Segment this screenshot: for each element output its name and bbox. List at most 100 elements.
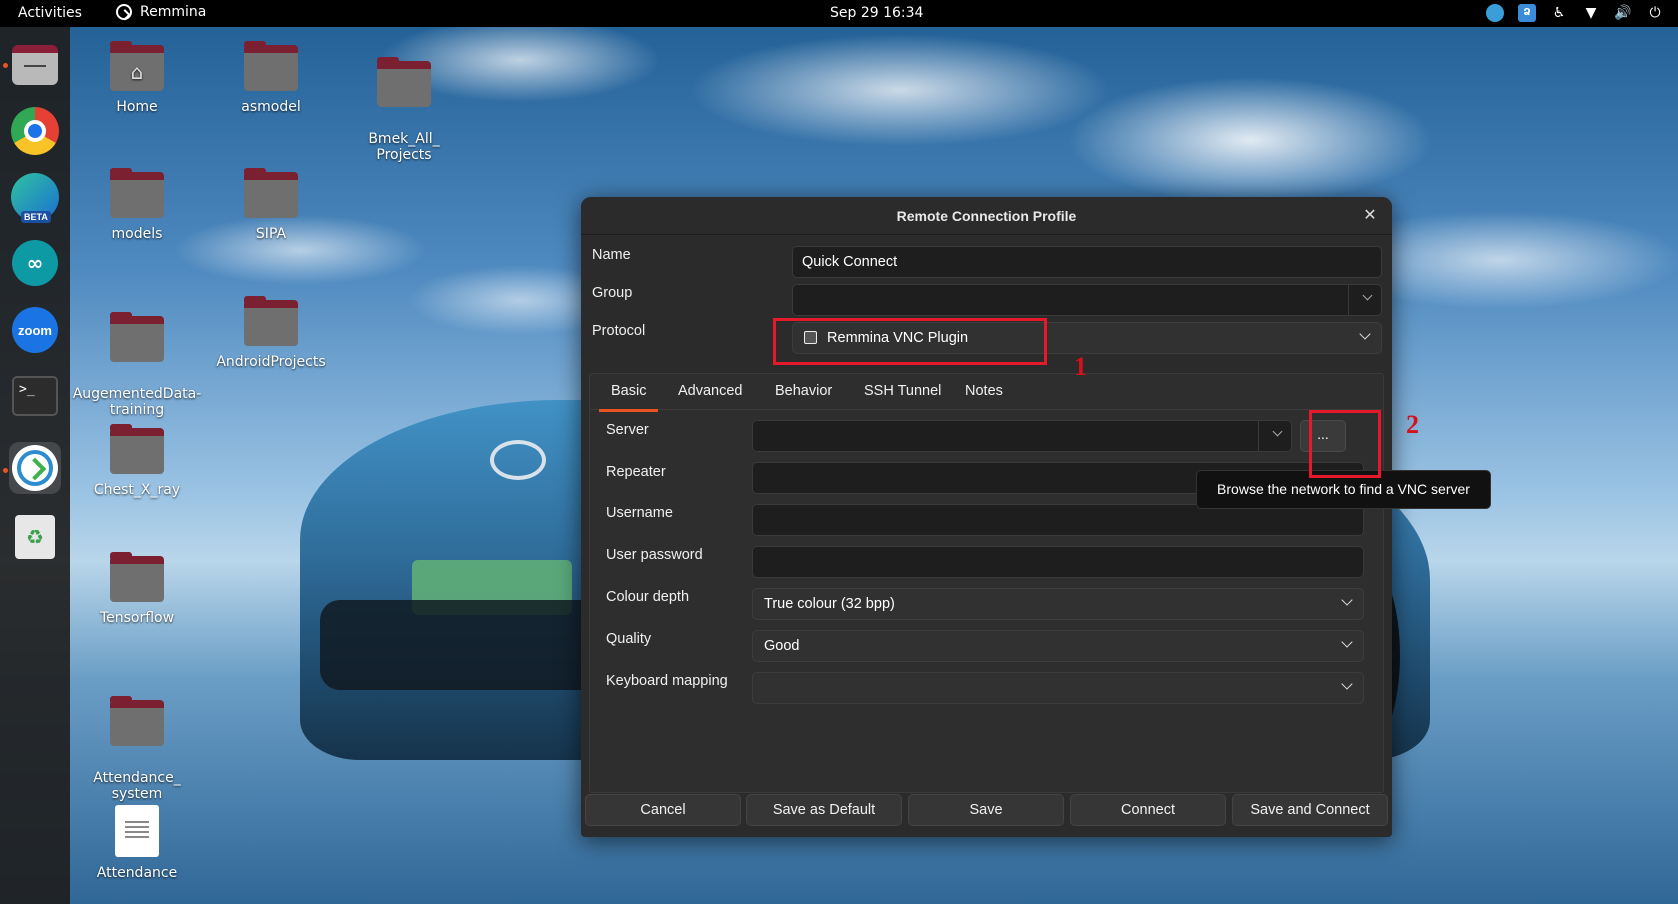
desktop-icon-home[interactable]: ⌂ Home — [75, 41, 199, 115]
desktop-icon-asmodel[interactable]: asmodel — [209, 41, 333, 115]
folder-icon — [244, 41, 298, 91]
wifi-icon[interactable]: ▼ — [1582, 4, 1600, 22]
chevron-down-icon — [1359, 328, 1371, 340]
colour-depth-value: True colour (32 bpp) — [764, 596, 895, 612]
edge-beta-icon: BETA — [11, 173, 59, 223]
wallpaper-car-logo — [490, 440, 546, 480]
folder-icon — [244, 296, 298, 346]
annotation-box-protocol — [773, 318, 1047, 365]
dock-remmina[interactable] — [9, 442, 61, 494]
desktop-icon-chest-x-ray[interactable]: Chest_X_ray — [75, 424, 199, 498]
protocol-label: Protocol — [592, 323, 646, 339]
trash-icon: ♻ — [15, 515, 55, 559]
chevron-down-icon[interactable] — [1362, 290, 1373, 301]
folder-icon — [244, 168, 298, 218]
dialog-titlebar[interactable]: Remote Connection Profile ✕ — [581, 197, 1392, 235]
folder-icon — [110, 312, 164, 362]
desktop-icon-label: AugementedData- training — [72, 386, 202, 418]
dock: BETA ∞ zoom >_ ♻ — [0, 27, 70, 904]
annotation-number-2: 2 — [1406, 410, 1419, 439]
save-as-default-button[interactable]: Save as Default — [746, 794, 902, 826]
group-label: Group — [592, 285, 633, 301]
cancel-button[interactable]: Cancel — [585, 794, 741, 826]
zoom-icon: zoom — [12, 307, 58, 353]
dock-edge-beta[interactable]: BETA — [9, 171, 61, 223]
repeater-label: Repeater — [606, 464, 666, 480]
dock-arduino[interactable]: ∞ — [9, 237, 61, 289]
desktop-icon-label: Bmek_All_ Projects — [368, 131, 440, 163]
quality-label: Quality — [606, 631, 652, 647]
colour-depth-label: Colour depth — [606, 589, 690, 605]
desktop-icon-bmek-all-projects[interactable]: Bmek_All_ Projects — [342, 45, 466, 179]
desktop-icon-label: Attendance — [96, 865, 178, 881]
annotation-box-browse — [1309, 410, 1381, 478]
combo-separator — [1348, 285, 1349, 315]
volume-icon[interactable]: 🔊 — [1614, 4, 1632, 22]
top-bar: Activities Remmina Sep 29 16:34 Ձ ♿ ▼ 🔊 … — [0, 0, 1678, 27]
tab-behavior[interactable]: Behavior — [775, 383, 832, 399]
dock-zoom[interactable]: zoom — [9, 304, 61, 356]
chevron-down-icon — [1341, 594, 1353, 606]
close-icon[interactable]: ✕ — [1360, 206, 1380, 226]
tab-ssh-tunnel[interactable]: SSH Tunnel — [864, 383, 941, 399]
desktop-icon-models[interactable]: models — [75, 168, 199, 242]
desktop-icon-attendance[interactable]: Attendance — [75, 805, 199, 881]
desktop-icon-attendance-system[interactable]: Attendance_ system — [75, 684, 199, 818]
dock-terminal[interactable]: >_ — [9, 370, 61, 422]
server-label: Server — [606, 422, 649, 438]
annotation-number-1: 1 — [1074, 352, 1087, 381]
app-menu[interactable]: Remmina — [116, 4, 206, 20]
desktop-icon-tensorflow[interactable]: Tensorflow — [75, 552, 199, 626]
remmina-icon — [12, 445, 58, 491]
remmina-tray-icon[interactable] — [1486, 4, 1504, 22]
folder-icon — [110, 168, 164, 218]
desktop-icon-sipa[interactable]: SIPA — [209, 168, 333, 242]
server-combo-entry[interactable] — [752, 420, 1292, 452]
remote-connection-profile-dialog: Remote Connection Profile ✕ Name Quick C… — [581, 197, 1392, 837]
connect-button[interactable]: Connect — [1070, 794, 1226, 826]
colour-depth-select[interactable]: True colour (32 bpp) — [752, 588, 1364, 620]
system-tray: Ձ ♿ ▼ 🔊 ⏻ — [1486, 4, 1664, 22]
chrome-icon — [11, 107, 59, 155]
clock[interactable]: Sep 29 16:34 — [830, 5, 923, 21]
save-and-connect-button[interactable]: Save and Connect — [1232, 794, 1388, 826]
tab-bar: Basic Advanced Behavior SSH Tunnel Notes — [590, 374, 1383, 412]
chevron-down-icon[interactable] — [1272, 426, 1283, 437]
dock-chrome[interactable] — [9, 105, 61, 157]
desktop-icon-label: SIPA — [255, 226, 287, 242]
terminal-icon: >_ — [12, 376, 58, 416]
desktop-icon-augemented-data-training[interactable]: AugementedData- training — [70, 300, 204, 434]
dialog-title: Remote Connection Profile — [896, 208, 1077, 224]
keyboard-mapping-select[interactable] — [752, 672, 1364, 704]
tab-advanced[interactable]: Advanced — [678, 383, 743, 399]
language-icon[interactable]: Ձ — [1518, 4, 1536, 22]
user-password-field[interactable] — [752, 546, 1364, 578]
activities-button[interactable]: Activities — [18, 5, 82, 21]
app-name-label: Remmina — [140, 4, 207, 20]
quality-select[interactable]: Good — [752, 630, 1364, 662]
desktop-icon-label: Tensorflow — [99, 610, 175, 626]
desktop-icon-label: Chest_X_ray — [93, 482, 181, 498]
desktop-icon-label: AndroidProjects — [216, 354, 326, 370]
chevron-down-icon — [1341, 678, 1353, 690]
desktop-icon-android-projects[interactable]: AndroidProjects — [209, 296, 333, 370]
running-indicator — [3, 63, 8, 68]
dock-files[interactable] — [9, 39, 61, 91]
desktop-icon-label: models — [111, 226, 163, 242]
arduino-icon: ∞ — [12, 240, 58, 286]
tab-basic[interactable]: Basic — [598, 383, 660, 412]
group-combo-entry[interactable] — [792, 284, 1382, 316]
accessibility-icon[interactable]: ♿ — [1550, 4, 1568, 22]
desktop-icon-label: Home — [116, 99, 158, 115]
keyboard-mapping-label: Keyboard mapping — [606, 673, 728, 689]
tab-notes[interactable]: Notes — [965, 383, 1003, 399]
save-button[interactable]: Save — [908, 794, 1064, 826]
dock-trash[interactable]: ♻ — [9, 511, 61, 563]
name-field[interactable]: Quick Connect — [792, 246, 1382, 278]
settings-notebook: Basic Advanced Behavior SSH Tunnel Notes… — [589, 373, 1384, 793]
desktop-icon-label: asmodel — [241, 99, 301, 115]
folder-icon — [110, 424, 164, 474]
power-icon[interactable]: ⏻ — [1646, 4, 1664, 22]
folder-icon — [110, 552, 164, 602]
username-label: Username — [606, 505, 673, 521]
